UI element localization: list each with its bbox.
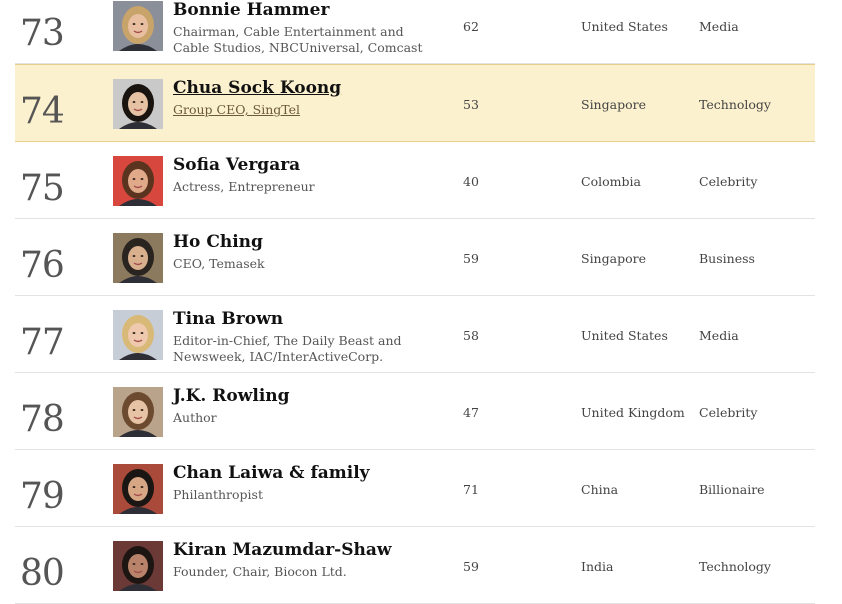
list-item[interactable]: 77 Tina Brown Editor-in-Chief, The Daily… (15, 296, 815, 373)
person-category: Celebrity (699, 174, 758, 189)
person-country: Singapore (581, 97, 646, 112)
person-title: Author (173, 410, 217, 425)
rank-number: 76 (20, 245, 65, 286)
rank-number: 78 (20, 399, 65, 440)
photo-tina-brown[interactable] (113, 310, 163, 360)
list-item[interactable]: 73 Bonnie Hammer Chairman, Cable Enterta… (15, 0, 815, 64)
person-age: 40 (463, 174, 479, 189)
person-country: China (581, 482, 619, 497)
person-name[interactable]: Tina Brown (173, 309, 283, 329)
person-category: Business (699, 251, 755, 266)
rank-number: 73 (20, 13, 65, 54)
rank-number: 77 (20, 322, 65, 363)
person-category: Media (699, 19, 739, 34)
person-country: Singapore (581, 251, 646, 266)
person-country: United States (581, 328, 668, 343)
photo-ho-ching[interactable] (113, 233, 163, 283)
photo-sofia-vergara[interactable] (113, 156, 163, 206)
photo-chan-laiwa[interactable] (113, 464, 163, 514)
person-country: United States (581, 19, 668, 34)
person-age: 53 (463, 97, 479, 112)
rank-number: 79 (20, 476, 65, 517)
person-category: Celebrity (699, 405, 758, 420)
person-name-link[interactable]: Chua Sock Koong (173, 78, 341, 98)
person-title: Actress, Entrepreneur (173, 179, 315, 194)
person-name[interactable]: Chan Laiwa & family (173, 463, 370, 483)
ranking-list: 73 Bonnie Hammer Chairman, Cable Enterta… (15, 0, 815, 604)
person-name[interactable]: Bonnie Hammer (173, 0, 329, 20)
person-age: 62 (463, 19, 479, 34)
list-item[interactable]: 79 Chan Laiwa & family Philanthropist 71… (15, 450, 815, 527)
person-category: Billionaire (699, 482, 765, 497)
list-item[interactable]: 78 J.K. Rowling Author 47 United Kingdom… (15, 373, 815, 450)
person-country: India (581, 559, 614, 574)
person-age: 71 (463, 482, 479, 497)
person-name[interactable]: Sofia Vergara (173, 155, 300, 175)
person-name[interactable]: Kiran Mazumdar-Shaw (173, 540, 392, 560)
person-age: 47 (463, 405, 479, 420)
rank-number: 75 (20, 168, 65, 209)
rank-number: 74 (20, 91, 65, 132)
person-age: 58 (463, 328, 479, 343)
person-category: Media (699, 328, 739, 343)
list-item[interactable]: 75 Sofia Vergara Actress, Entrepreneur 4… (15, 142, 815, 219)
person-category: Technology (699, 97, 771, 112)
person-category: Technology (699, 559, 771, 574)
person-country: Colombia (581, 174, 641, 189)
person-country: United Kingdom (581, 405, 685, 420)
person-title: Editor-in-Chief, The Daily Beast and New… (173, 333, 402, 364)
person-title: Founder, Chair, Biocon Ltd. (173, 564, 347, 579)
person-title: CEO, Temasek (173, 256, 265, 271)
person-name[interactable]: J.K. Rowling (173, 386, 290, 406)
rank-number: 80 (20, 553, 65, 594)
photo-bonnie-hammer[interactable] (113, 1, 163, 51)
person-age: 59 (463, 559, 479, 574)
person-title-link[interactable]: Group CEO, SingTel (173, 102, 443, 118)
person-title: Philanthropist (173, 487, 263, 502)
person-age: 59 (463, 251, 479, 266)
person-name[interactable]: Ho Ching (173, 232, 263, 252)
list-item-highlighted[interactable]: 74 Chua Sock Koong Group CEO, SingTel 53… (15, 64, 815, 142)
photo-chua-sock-koong[interactable] (113, 79, 163, 129)
list-item[interactable]: 76 Ho Ching CEO, Temasek 59 Singapore Bu… (15, 219, 815, 296)
photo-jk-rowling[interactable] (113, 387, 163, 437)
photo-kiran-mazumdar-shaw[interactable] (113, 541, 163, 591)
person-title: Chairman, Cable Entertainment and Cable … (173, 24, 423, 55)
list-item[interactable]: 80 Kiran Mazumdar-Shaw Founder, Chair, B… (15, 527, 815, 604)
